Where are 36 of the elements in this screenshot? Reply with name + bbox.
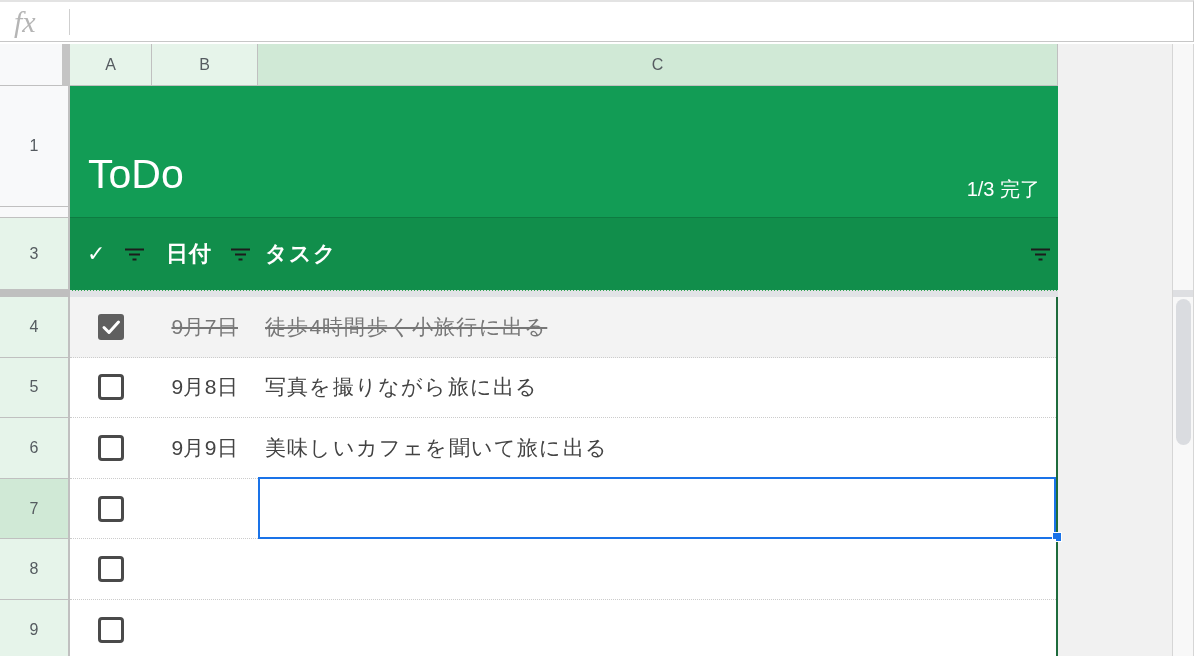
row-header[interactable]: 7: [0, 478, 70, 540]
checkbox[interactable]: [98, 495, 124, 522]
sheet-title: ToDo: [88, 154, 184, 195]
row-header[interactable]: 3: [0, 218, 70, 290]
column-header[interactable]: B: [152, 44, 258, 86]
checkbox[interactable]: [98, 435, 124, 461]
progress-label: 1/3 完了: [966, 179, 1040, 199]
row-header[interactable]: 6: [0, 418, 70, 479]
checkbox[interactable]: [98, 616, 124, 643]
selected-cell[interactable]: [258, 476, 1056, 540]
column-header[interactable]: A: [70, 44, 152, 86]
scrollbar-thumb[interactable]: [1175, 299, 1191, 445]
row-header[interactable]: 9: [0, 599, 70, 656]
column-header[interactable]: C: [258, 44, 1058, 86]
corner-cell[interactable]: [0, 44, 62, 86]
checkbox[interactable]: [98, 374, 124, 401]
row-header[interactable]: 8: [0, 539, 70, 600]
row-header[interactable]: 5: [0, 357, 70, 419]
filter-icon[interactable]: [1031, 247, 1050, 261]
scrollbar-track[interactable]: [1172, 44, 1194, 656]
date-text: 9月8日: [171, 374, 238, 401]
checkbox[interactable]: [98, 556, 124, 583]
freeze-bar[interactable]: [0, 290, 1058, 297]
row-header[interactable]: 4: [0, 297, 70, 358]
task-text: 美味しいカフェを聞いて旅に出る: [265, 435, 608, 461]
task-text: 徒歩4時間歩く小旅行に出る: [265, 313, 548, 340]
date-text: 9月9日: [171, 435, 238, 461]
filter-icon[interactable]: [125, 247, 144, 261]
filter-icon[interactable]: [231, 247, 250, 261]
column-label: ✓: [87, 241, 107, 267]
checkbox[interactable]: [98, 313, 124, 340]
date-text: 9月7日: [171, 313, 238, 340]
row-header[interactable]: 1: [0, 86, 70, 207]
column-label: タスク: [265, 240, 337, 268]
column-label: 日付: [166, 240, 212, 268]
task-text: 写真を撮りながら旅に出る: [265, 374, 539, 401]
